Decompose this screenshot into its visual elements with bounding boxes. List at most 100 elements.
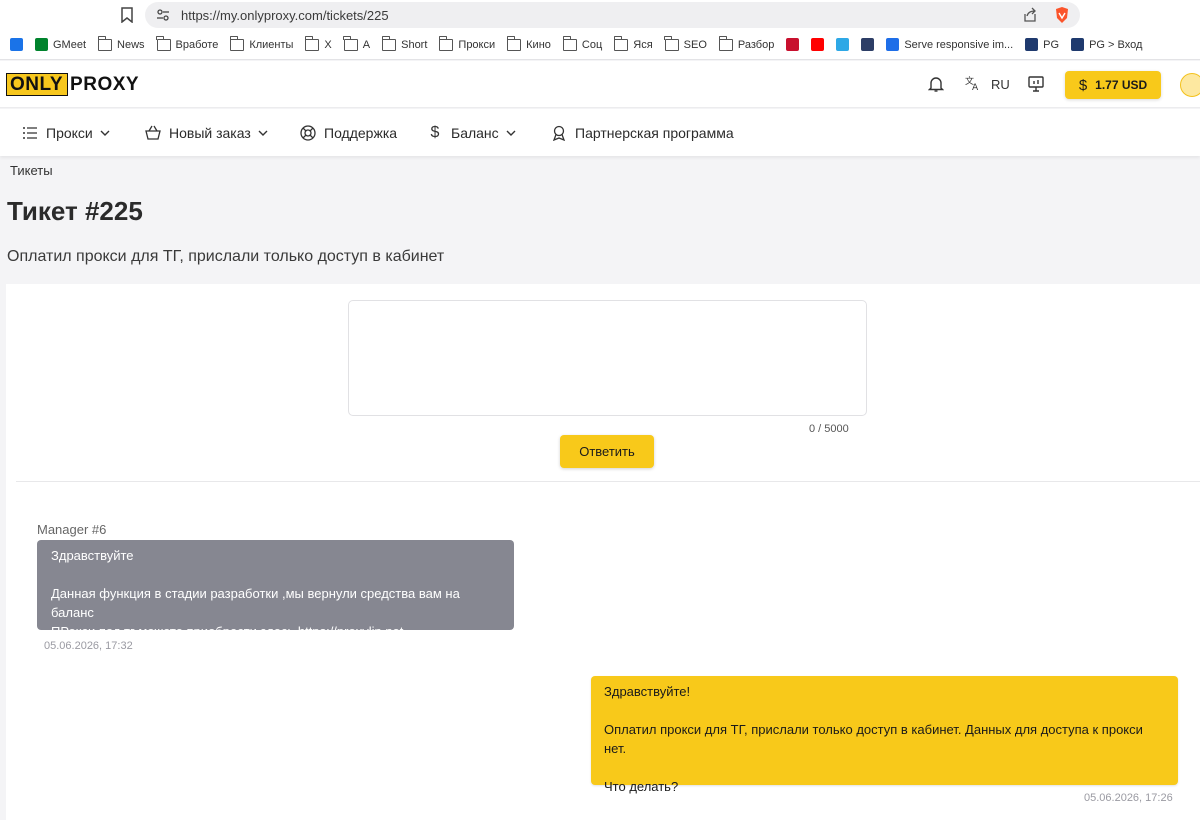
r-icon: [786, 38, 800, 51]
bookmark-label: Соц: [581, 38, 603, 51]
bookmark-item[interactable]: [855, 30, 880, 59]
bookmark-item[interactable]: Клиенты: [224, 30, 299, 59]
bookmark-label: Клиенты: [249, 38, 294, 51]
nav-label: Новый заказ: [169, 124, 251, 141]
nav-affiliate[interactable]: Партнерская программа: [551, 109, 734, 156]
bookmark-label: Вработе: [175, 38, 219, 51]
ticket-card: 0 / 5000 Ответить Manager #6 Здравствуйт…: [6, 284, 1200, 820]
reply-button[interactable]: Ответить: [560, 435, 654, 468]
youtube-icon: [811, 38, 825, 51]
url-text[interactable]: https://my.onlyproxy.com/tickets/225: [181, 8, 389, 23]
folder-icon: [562, 35, 577, 51]
share-icon[interactable]: [1022, 7, 1038, 23]
bookmark-item[interactable]: Соц: [557, 30, 608, 59]
nav-new-order[interactable]: Новый заказ: [145, 109, 268, 156]
bookmark-label: PG > Вход: [1089, 38, 1143, 51]
bookmark-item[interactable]: Кино: [501, 30, 557, 59]
dollar-icon: $: [1078, 76, 1088, 94]
folder-icon: [381, 35, 397, 51]
list-icon: [22, 125, 38, 141]
message-line: Здравствуйте!: [604, 684, 691, 699]
bookmark-item[interactable]: [780, 30, 805, 59]
main-nav: Прокси Новый заказ Поддержка $ Баланс Па…: [0, 109, 1200, 156]
bookmark-item[interactable]: Вработе: [151, 30, 225, 59]
language-label: RU: [991, 77, 1010, 92]
award-icon: [551, 125, 567, 141]
site-settings-icon[interactable]: [155, 7, 171, 23]
message-time: 05.06.2026, 17:32: [44, 640, 133, 652]
bookmark-item[interactable]: Разбор: [713, 30, 780, 59]
message-line: Здравствуйте: [51, 548, 134, 563]
bookmark-item[interactable]: GMeet: [29, 30, 92, 59]
logo-proxy: PROXY: [70, 73, 140, 95]
bookmark-label: Short: [401, 38, 428, 51]
char-counter: 0 / 5000: [809, 423, 849, 435]
folder-icon: [613, 35, 629, 51]
reply-textarea[interactable]: [348, 300, 867, 416]
nav-label: Партнерская программа: [575, 124, 734, 141]
app-icon: [10, 38, 23, 51]
bookmark-label: GMeet: [53, 38, 87, 51]
manager-message: Здравствуйте Данная функция в стадии раз…: [37, 540, 514, 639]
message-line: ПРокси под тг можете приобрести здесь ht…: [51, 624, 404, 639]
bookmark-item[interactable]: [4, 30, 29, 59]
logo-only: ONLY: [6, 73, 69, 96]
nav-label: Прокси: [46, 124, 93, 141]
bookmark-item[interactable]: PG > Вход: [1065, 30, 1148, 59]
bookmark-item[interactable]: PG: [1019, 30, 1065, 59]
bookmark-label: PG: [1043, 38, 1060, 51]
lifebuoy-icon: [300, 124, 316, 141]
language-switch[interactable]: 文A RU: [965, 75, 1010, 94]
bookmark-item[interactable]: [805, 30, 830, 59]
bookmark-item[interactable]: Прокси: [433, 30, 501, 59]
folder-icon: [664, 35, 679, 51]
basket-icon: [145, 125, 161, 141]
message-time: 05.06.2026, 17:26: [1084, 792, 1173, 804]
nav-support[interactable]: Поддержка: [300, 109, 397, 156]
nav-label: Поддержка: [324, 124, 398, 141]
svg-text:A: A: [972, 83, 979, 91]
arrow-icon: [886, 38, 900, 51]
bookmark-item[interactable]: SEO: [659, 30, 713, 59]
nav-balance[interactable]: $ Баланс: [427, 109, 516, 156]
message-author: Manager #6: [37, 522, 107, 537]
breadcrumb[interactable]: Тикеты: [10, 163, 53, 178]
bookmark-item[interactable]: A: [338, 30, 376, 59]
gmeet-icon: [35, 38, 48, 51]
bookmark-label: A: [362, 38, 371, 51]
logo[interactable]: ONLY PROXY: [6, 73, 139, 96]
folder-icon: [718, 35, 733, 51]
bookmarks-bar: GMeet News Вработе Клиенты X A Short Прокси Кино…: [0, 30, 1200, 60]
message-line: Что делать?: [604, 779, 679, 794]
address-bar[interactable]: https://my.onlyproxy.com/tickets/225: [145, 2, 1080, 28]
folder-icon: [506, 35, 522, 51]
browser-toolbar: https://my.onlyproxy.com/tickets/225: [0, 0, 1200, 30]
chevron-down-icon: [506, 128, 516, 138]
balance-amount: 1.77 USD: [1095, 78, 1148, 92]
translate-icon: 文A: [965, 75, 981, 94]
ip-icon: [836, 38, 850, 51]
message-line: Данная функция в стадии разработки ,мы в…: [51, 586, 460, 620]
bookmark-item[interactable]: Short: [376, 30, 433, 59]
folder-icon: [305, 35, 320, 51]
chevron-down-icon: [258, 128, 268, 138]
bookmark-icon[interactable]: [118, 5, 136, 25]
avatar[interactable]: [1180, 73, 1200, 97]
bell-icon[interactable]: [926, 74, 946, 94]
bookmark-label: Serve responsive im...: [904, 38, 1014, 51]
bookmark-label: X: [324, 38, 332, 51]
folder-icon: [343, 35, 358, 51]
bookmark-item[interactable]: X: [299, 30, 337, 59]
brave-shield-icon[interactable]: [1054, 6, 1070, 24]
bookmark-item[interactable]: [830, 30, 855, 59]
bookmark-item[interactable]: News: [92, 30, 151, 59]
monitor-icon[interactable]: [1026, 74, 1046, 94]
balance-button[interactable]: $ 1.77 USD: [1065, 71, 1161, 99]
bookmark-item[interactable]: Serve responsive im...: [880, 30, 1019, 59]
nav-proxy[interactable]: Прокси: [22, 109, 110, 156]
nav-label: Баланс: [451, 124, 499, 141]
message-line: Оплатил прокси для ТГ, прислали только д…: [604, 722, 1143, 756]
bookmark-item[interactable]: Яся: [608, 30, 658, 59]
folder-icon: [97, 35, 113, 51]
chevron-down-icon: [100, 128, 110, 138]
